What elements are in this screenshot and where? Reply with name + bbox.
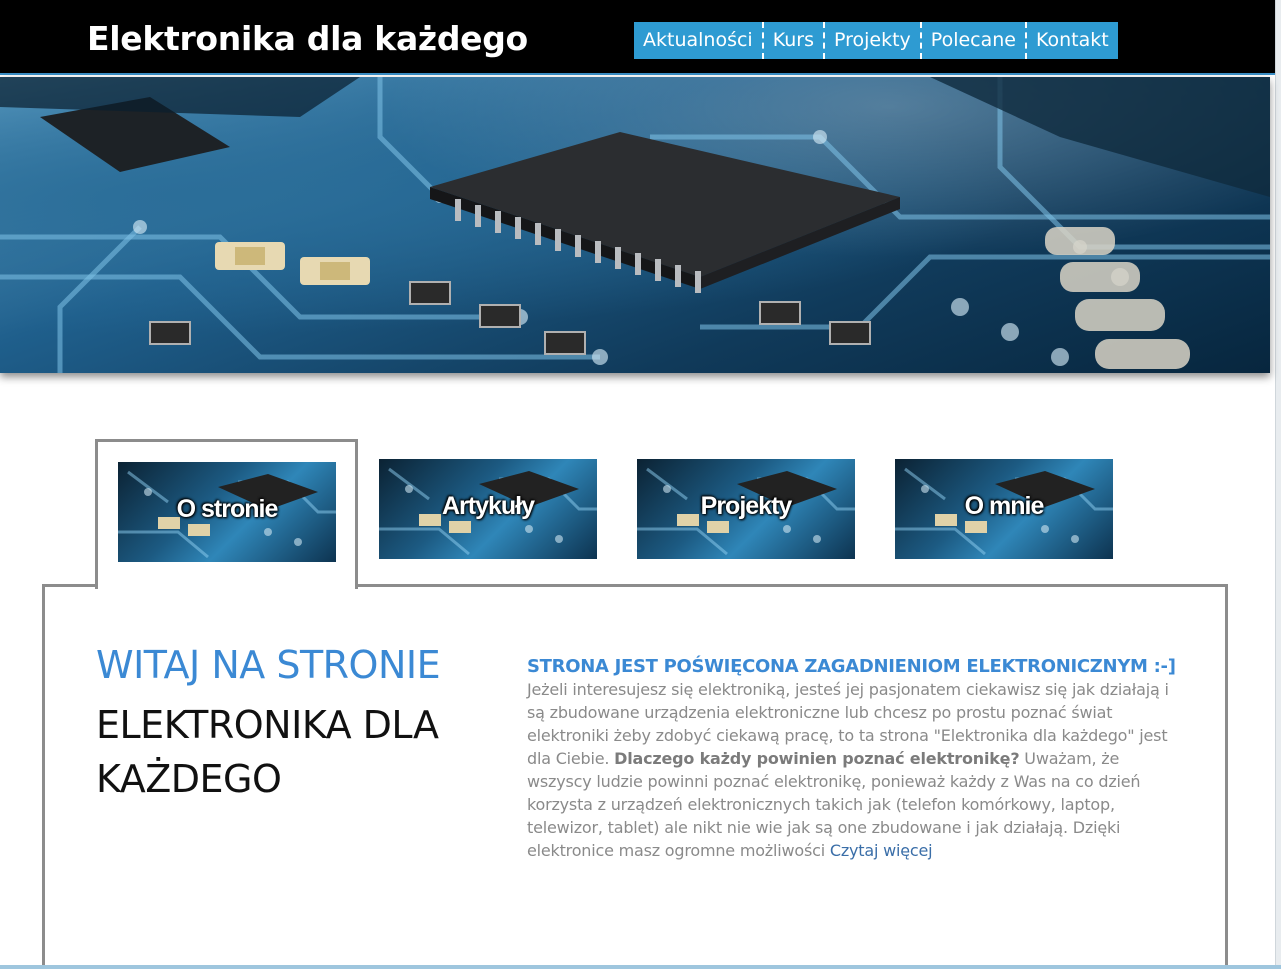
window-bottom-edge (0, 965, 1281, 969)
nav-item-kurs[interactable]: Kurs (761, 22, 823, 59)
article-bold-question: Dlaczego każdy powinien poznać elektroni… (614, 749, 1020, 768)
article-body: Jeżeli interesujesz się elektroniką, jes… (527, 678, 1177, 862)
hero-pcb-image (0, 77, 1270, 373)
tab-o-stronie[interactable]: O stronie (118, 462, 336, 562)
nav-item-projekty[interactable]: Projekty (822, 22, 920, 59)
pcb-illustration (0, 77, 1270, 373)
tab-projekty[interactable]: Projekty (637, 459, 855, 559)
nav-item-kontakt[interactable]: Kontakt (1025, 22, 1118, 59)
site-title[interactable]: Elektronika dla każdego (87, 19, 528, 58)
window-edge (1275, 0, 1281, 969)
site-header: Elektronika dla każdego Aktualności Kurs… (0, 0, 1275, 75)
intro-article: STRONA JEST POŚWIĘCONA ZAGADNIENIOM ELEK… (527, 656, 1177, 862)
read-more-link[interactable]: Czytaj więcej (830, 841, 933, 860)
main-nav: Aktualności Kurs Projekty Polecane Konta… (634, 22, 1118, 59)
tab-frame-joint (98, 582, 355, 588)
tab-artykuly[interactable]: Artykuły (379, 459, 597, 559)
article-heading: STRONA JEST POŚWIĘCONA ZAGADNIENIOM ELEK… (527, 656, 1176, 677)
welcome-heading-accent: WITAJ NA STRONIE (96, 643, 441, 687)
tab-label: O stronie (176, 495, 279, 523)
nav-item-aktualnosci[interactable]: Aktualności (634, 22, 762, 59)
tab-o-mnie[interactable]: O mnie (895, 459, 1113, 559)
tab-label: Projekty (700, 492, 793, 520)
welcome-heading: ELEKTRONIKA DLA KAŻDEGO (96, 703, 439, 801)
nav-item-polecane[interactable]: Polecane (919, 22, 1025, 59)
tab-label: Artykuły (441, 492, 535, 520)
tab-label: O mnie (964, 492, 1045, 520)
